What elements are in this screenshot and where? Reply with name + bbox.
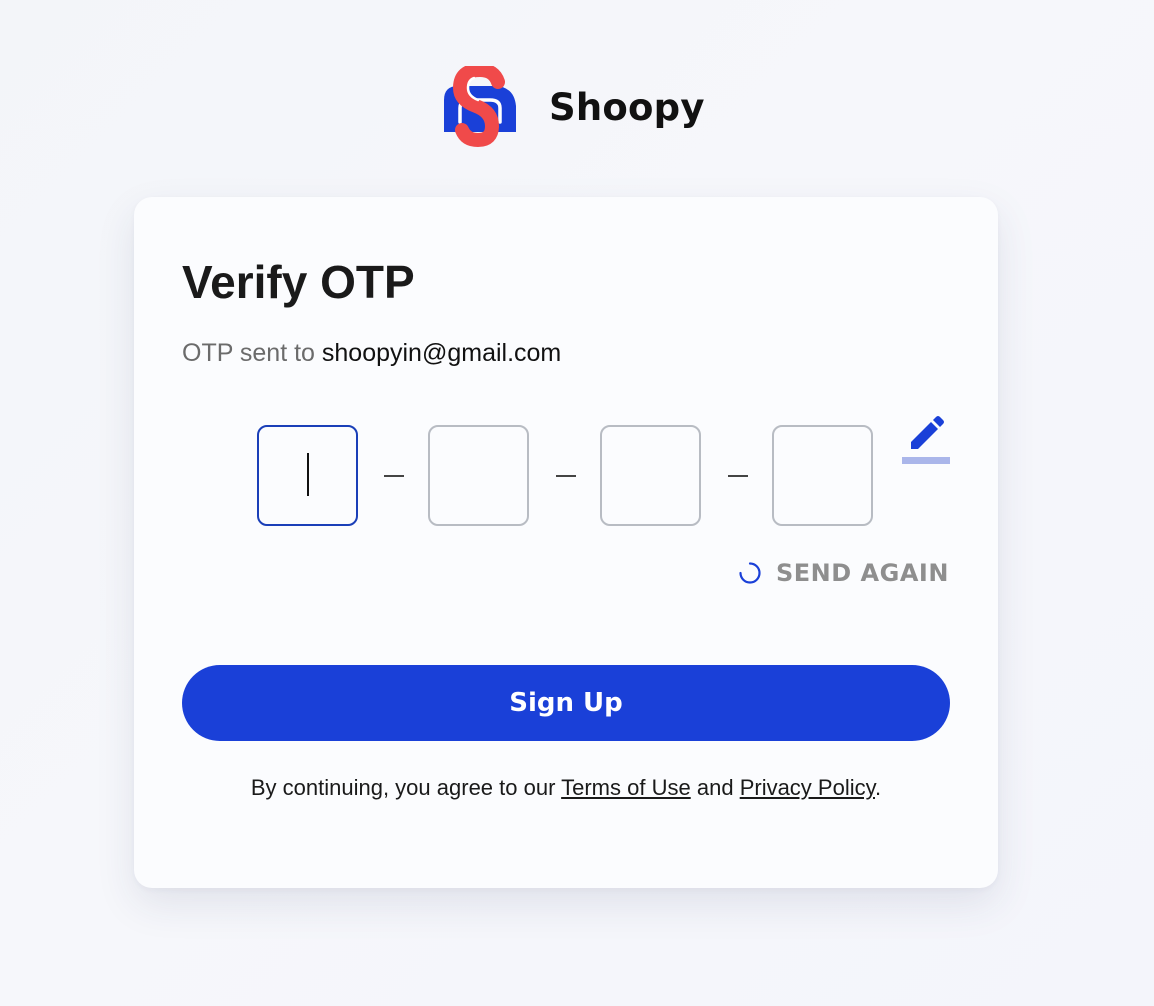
- terms-prefix: By continuing, you agree to our: [250, 775, 556, 800]
- otp-sent-message: OTP sent to shoopyin@gmail.com: [182, 339, 561, 368]
- otp-sent-prefix: OTP sent to: [182, 339, 315, 367]
- privacy-policy-link[interactable]: Privacy Policy: [740, 775, 875, 800]
- otp-digit-4-input[interactable]: [772, 425, 873, 526]
- terms-conjunction: and: [696, 775, 734, 800]
- shoopy-logo-icon: [434, 62, 520, 152]
- send-again-button[interactable]: SEND AGAIN: [738, 559, 949, 587]
- edit-email-button[interactable]: [901, 415, 951, 467]
- recipient-email: shoopyin@gmail.com: [321, 339, 562, 367]
- loading-spinner-icon: [739, 562, 761, 584]
- pencil-edit-icon: [902, 416, 950, 464]
- text-cursor: [307, 453, 309, 496]
- otp-digit-2-input[interactable]: [428, 425, 529, 526]
- terms-suffix: .: [874, 775, 882, 800]
- send-again-label: SEND AGAIN: [776, 559, 949, 587]
- otp-separator: [728, 475, 748, 477]
- otp-separator: [556, 475, 576, 477]
- terms-notice: By continuing, you agree to our Terms of…: [134, 775, 998, 801]
- terms-of-use-link[interactable]: Terms of Use: [561, 775, 691, 800]
- sign-up-button[interactable]: Sign Up: [182, 665, 950, 741]
- brand-name: Shoopy: [549, 86, 705, 129]
- otp-digit-3-input[interactable]: [600, 425, 701, 526]
- verify-otp-card: Verify OTP OTP sent to shoopyin@gmail.co…: [134, 197, 998, 888]
- page-title: Verify OTP: [182, 256, 415, 308]
- otp-separator: [384, 475, 404, 477]
